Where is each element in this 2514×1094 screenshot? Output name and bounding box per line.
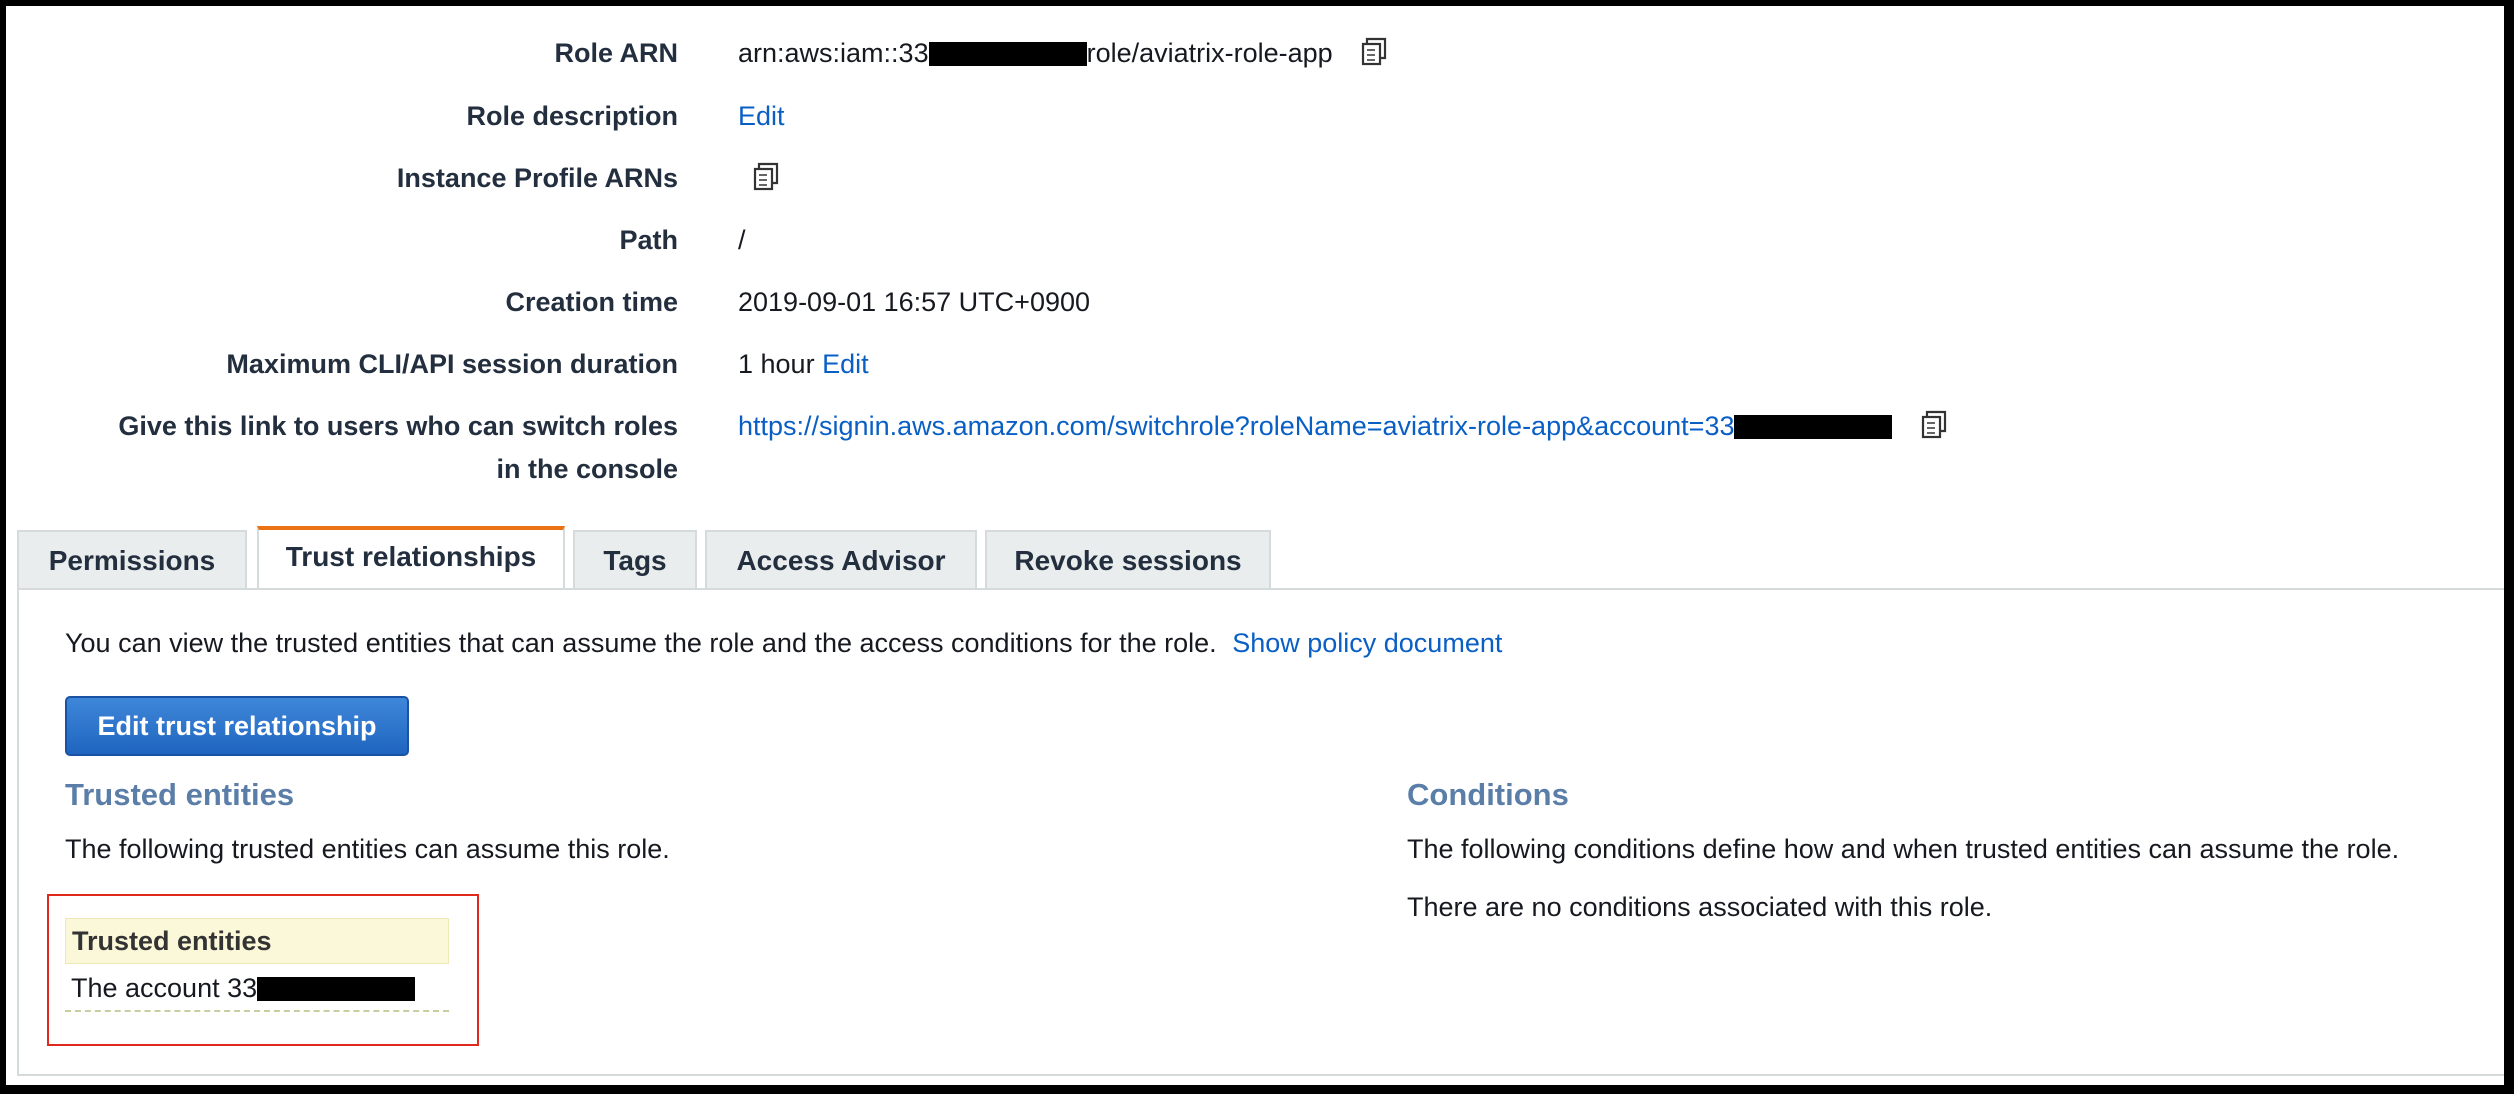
path-label: Path — [619, 225, 678, 255]
tab-access-advisor[interactable]: Access Advisor — [705, 530, 977, 588]
trust-relationships-panel: You can view the trusted entities that c… — [17, 588, 2504, 1076]
instance-profile-label: Instance Profile ARNs — [396, 163, 678, 193]
trusted-entities-title: Trusted entities — [65, 777, 295, 812]
switch-link-label-line2: in the console — [496, 454, 678, 484]
tab-permissions[interactable]: Permissions — [17, 530, 247, 588]
conditions-none-text: There are no conditions associated with … — [1407, 892, 1993, 922]
tab-trust-relationships[interactable]: Trust relationships — [257, 526, 565, 588]
switch-link-value: https://signin.aws.amazon.com/switchrole… — [738, 405, 1950, 448]
creation-time-value: 2019-09-01 16:57 UTC+0900 — [738, 287, 1091, 317]
tab-revoke-sessions[interactable]: Revoke sessions — [985, 530, 1271, 588]
switch-link-label: Give this link to users who can switch r… — [118, 405, 678, 491]
role-description-value: Edit — [738, 95, 785, 138]
role-arn-prefix: arn:aws:iam::33 — [738, 38, 929, 68]
switch-link-label-line1: Give this link to users who can switch r… — [118, 411, 678, 441]
intro: You can view the trusted entities that c… — [65, 628, 1502, 659]
edit-trust-relationship-button[interactable]: Edit trust relationship — [65, 696, 409, 756]
conditions-description: The following conditions define how and … — [1407, 834, 2400, 864]
redacted-block — [257, 977, 416, 1001]
trusted-entities-description: The following trusted entities can assum… — [65, 834, 670, 864]
show-policy-document-link[interactable]: Show policy document — [1232, 628, 1502, 658]
max-session-label: Maximum CLI/API session duration — [226, 349, 678, 379]
trusted-entities-table-header: Trusted entities — [65, 918, 449, 964]
instance-profile-value — [746, 157, 782, 200]
role-description-label: Role description — [466, 101, 678, 131]
redacted-block — [928, 42, 1087, 66]
role-arn-suffix: role/aviatrix-role-app — [1086, 38, 1333, 68]
max-session-duration: 1 hour — [738, 349, 815, 379]
intro-text: You can view the trusted entities that c… — [65, 628, 1217, 658]
trusted-entities-highlight: Trusted entities The account 33 — [47, 894, 479, 1046]
copy-icon[interactable] — [1914, 407, 1950, 443]
role-arn-label: Role ARN — [554, 38, 678, 68]
copy-icon[interactable] — [746, 159, 782, 195]
edit-description-link[interactable]: Edit — [738, 101, 785, 131]
copy-icon[interactable] — [1354, 34, 1390, 70]
path-value: / — [738, 225, 746, 255]
edit-session-link[interactable]: Edit — [822, 349, 869, 379]
role-arn-value: arn:aws:iam::33 role/aviatrix-role-app — [738, 32, 1390, 75]
trusted-entity-row: The account 33 — [65, 966, 449, 1012]
tab-tags[interactable]: Tags — [573, 530, 697, 588]
conditions-title: Conditions — [1407, 777, 1569, 812]
role-summary-page: Role ARN arn:aws:iam::33 role/aviatrix-ro… — [6, 6, 2504, 1085]
trusted-entity-account: The account 33 — [71, 973, 258, 1003]
creation-time-label: Creation time — [505, 287, 678, 317]
max-session-value: 1 hour Edit — [738, 343, 869, 386]
redacted-block — [1734, 415, 1893, 439]
switch-role-url[interactable]: https://signin.aws.amazon.com/switchrole… — [738, 411, 1734, 441]
